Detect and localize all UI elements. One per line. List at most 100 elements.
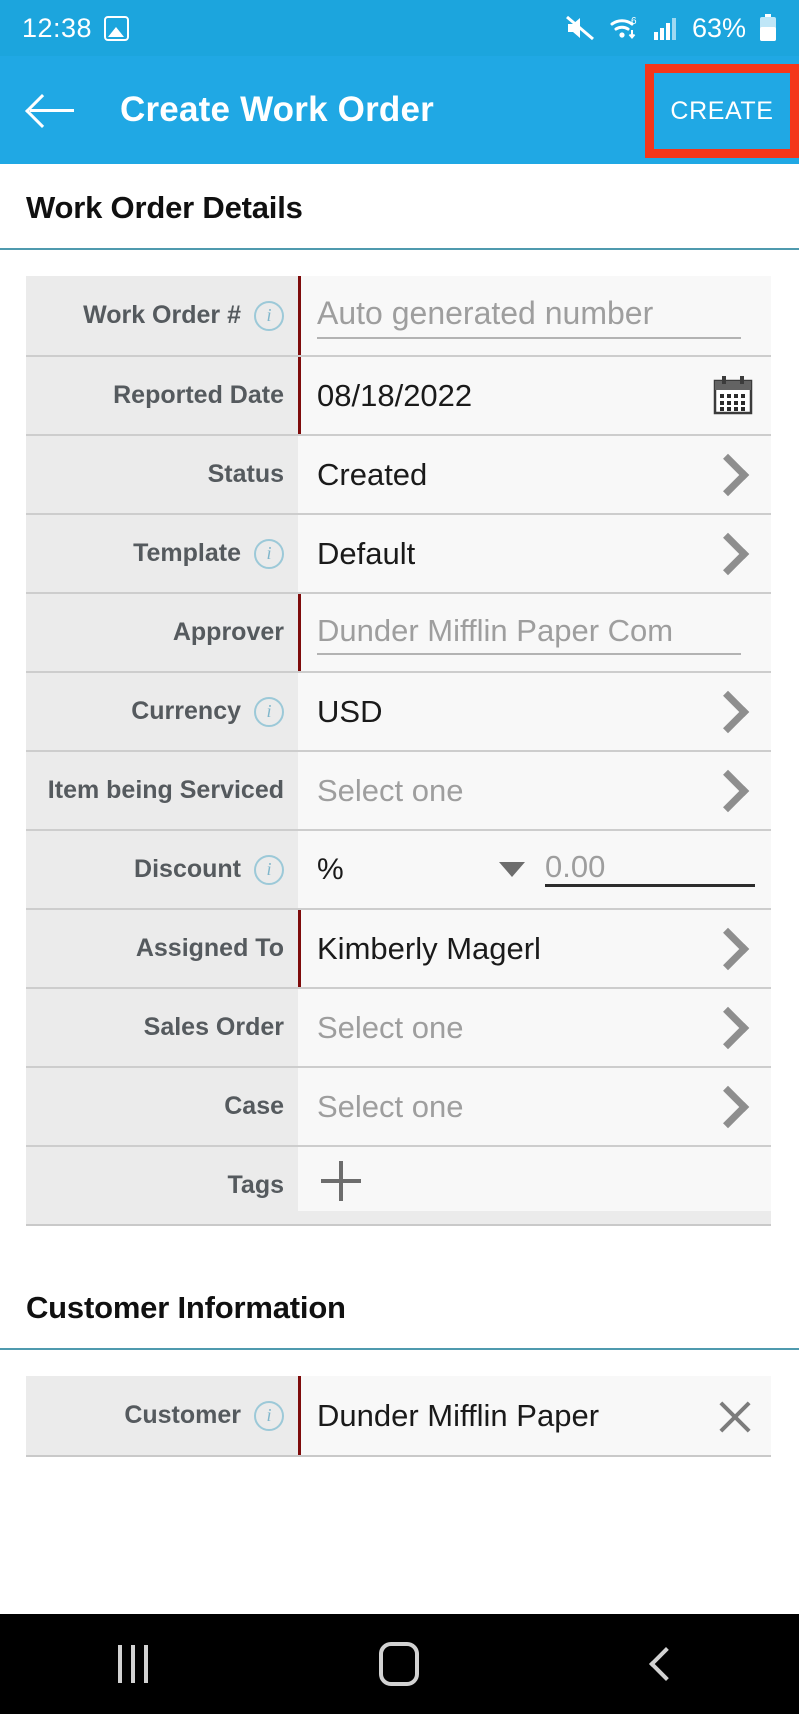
- field-label-cell: Item being Serviced: [26, 752, 298, 829]
- battery-percent: 63%: [691, 12, 746, 43]
- status-time: 12:38: [22, 12, 93, 43]
- field-value-cell[interactable]: Dunder Mifflin Paper: [298, 1376, 771, 1455]
- field-label: Assigned To: [135, 933, 284, 962]
- field-value-cell[interactable]: Created: [298, 436, 771, 513]
- field-value-cell[interactable]: Kimberly Magerl: [298, 910, 771, 987]
- calendar-icon[interactable]: [711, 374, 755, 418]
- field-label: Discount: [134, 854, 241, 883]
- assigned-to-value: Kimberly Magerl: [317, 930, 541, 966]
- mute-icon: [565, 15, 594, 41]
- form-row-case[interactable]: Case Select one: [26, 1066, 771, 1145]
- field-value-cell[interactable]: Select one: [298, 989, 771, 1066]
- photo-icon: [104, 15, 130, 41]
- back-button[interactable]: [533, 1647, 799, 1681]
- field-value-cell[interactable]: [298, 1147, 771, 1211]
- field-label-cell: Reported Date: [26, 357, 298, 434]
- form-row-item-being-serviced[interactable]: Item being Serviced Select one: [26, 750, 771, 829]
- create-button[interactable]: CREATE: [670, 97, 773, 126]
- status-bar: 12:38 6 63%: [0, 0, 799, 56]
- svg-text:6: 6: [631, 16, 637, 27]
- chevron-down-icon[interactable]: [499, 862, 525, 877]
- field-label-cell: Customer i: [26, 1376, 298, 1455]
- discount-amount-input[interactable]: 0.00: [545, 839, 755, 901]
- field-label: Sales Order: [143, 1012, 284, 1041]
- template-value: Default: [317, 535, 416, 571]
- discount-amount-value: 0.00: [545, 848, 606, 884]
- field-label: Template: [133, 538, 241, 567]
- recents-button[interactable]: [0, 1645, 266, 1683]
- back-arrow-icon[interactable]: [26, 88, 82, 132]
- back-chevron-icon: [648, 1647, 683, 1681]
- status-icons: 6 63%: [565, 13, 777, 44]
- field-label-cell: Assigned To: [26, 910, 298, 987]
- form-row-status[interactable]: Status Created: [26, 434, 771, 513]
- form-row-currency[interactable]: Currency i USD: [26, 671, 771, 750]
- info-icon[interactable]: i: [254, 300, 284, 331]
- field-value-cell[interactable]: Dunder Mifflin Paper Com: [298, 594, 771, 671]
- chevron-right-icon[interactable]: [706, 1006, 750, 1049]
- form-scroll-area[interactable]: Work Order Details Work Order # i Auto g…: [0, 164, 799, 1614]
- form-row-tags[interactable]: Tags: [26, 1145, 771, 1224]
- form-row-reported-date[interactable]: Reported Date 08/18/2022: [26, 355, 771, 434]
- chevron-right-icon[interactable]: [706, 532, 750, 575]
- section-title-work-order-details: Work Order Details: [26, 190, 303, 225]
- info-icon[interactable]: i: [254, 696, 284, 727]
- info-icon[interactable]: i: [254, 538, 284, 569]
- field-label: Item being Serviced: [47, 775, 284, 804]
- form-row-work-order-number[interactable]: Work Order # i Auto generated number: [26, 276, 771, 355]
- section-divider: [0, 248, 799, 250]
- recents-icon: [118, 1645, 149, 1683]
- approver-input[interactable]: Dunder Mifflin Paper Com: [317, 594, 755, 671]
- field-label-cell: Work Order # i: [26, 276, 298, 355]
- field-value-cell[interactable]: USD: [298, 673, 771, 750]
- field-label: Work Order #: [83, 300, 241, 329]
- field-label-cell: Template i: [26, 515, 298, 592]
- field-label-cell: Case: [26, 1068, 298, 1145]
- field-value-cell[interactable]: % 0.00: [298, 831, 771, 908]
- info-icon[interactable]: i: [254, 854, 284, 885]
- customer-information-card: Customer i Dunder Mifflin Paper: [26, 1376, 771, 1457]
- form-row-approver[interactable]: Approver Dunder Mifflin Paper Com: [26, 592, 771, 671]
- field-label: Case: [224, 1091, 284, 1120]
- field-label-cell: Status: [26, 436, 298, 513]
- customer-value: Dunder Mifflin Paper: [317, 1397, 600, 1433]
- item-being-serviced-value: Select one: [317, 772, 464, 808]
- chevron-right-icon[interactable]: [706, 1085, 750, 1128]
- battery-icon: [760, 14, 776, 41]
- app-bar: Create Work Order CREATE: [0, 56, 799, 164]
- form-row-customer[interactable]: Customer i Dunder Mifflin Paper: [26, 1376, 771, 1455]
- info-icon[interactable]: i: [254, 1400, 284, 1431]
- form-row-assigned-to[interactable]: Assigned To Kimberly Magerl: [26, 908, 771, 987]
- field-value-cell[interactable]: 08/18/2022: [298, 357, 771, 434]
- field-value-cell[interactable]: Select one: [298, 1068, 771, 1145]
- chevron-right-icon[interactable]: [706, 769, 750, 812]
- field-value-cell[interactable]: Select one: [298, 752, 771, 829]
- work-order-details-card: Work Order # i Auto generated number Rep…: [26, 276, 771, 1226]
- chevron-right-icon[interactable]: [706, 927, 750, 970]
- form-row-discount[interactable]: Discount i % 0.00: [26, 829, 771, 908]
- page-title: Create Work Order: [120, 90, 434, 129]
- field-value-cell[interactable]: Auto generated number: [298, 276, 771, 355]
- sales-order-value: Select one: [317, 1009, 464, 1045]
- chevron-right-icon[interactable]: [706, 453, 750, 496]
- discount-controls: % 0.00: [317, 839, 755, 901]
- form-row-template[interactable]: Template i Default: [26, 513, 771, 592]
- system-navigation-bar: [0, 1614, 799, 1714]
- field-label: Approver: [172, 617, 284, 646]
- form-row-sales-order[interactable]: Sales Order Select one: [26, 987, 771, 1066]
- discount-unit-dropdown[interactable]: %: [317, 853, 545, 887]
- chevron-right-icon[interactable]: [706, 690, 750, 733]
- clear-icon[interactable]: [715, 1396, 755, 1436]
- discount-unit-value: %: [317, 852, 344, 886]
- wifi-icon: 6: [610, 16, 637, 40]
- home-button[interactable]: [266, 1642, 532, 1686]
- field-label-cell: Approver: [26, 594, 298, 671]
- field-value-cell[interactable]: Default: [298, 515, 771, 592]
- case-value: Select one: [317, 1088, 464, 1124]
- add-tag-icon[interactable]: [321, 1161, 361, 1201]
- field-placeholder: Dunder Mifflin Paper Com: [317, 612, 674, 648]
- reported-date-value: 08/18/2022: [317, 377, 473, 413]
- signal-icon: [653, 18, 676, 40]
- field-label: Tags: [227, 1170, 285, 1199]
- work-order-number-input[interactable]: Auto generated number: [317, 276, 755, 355]
